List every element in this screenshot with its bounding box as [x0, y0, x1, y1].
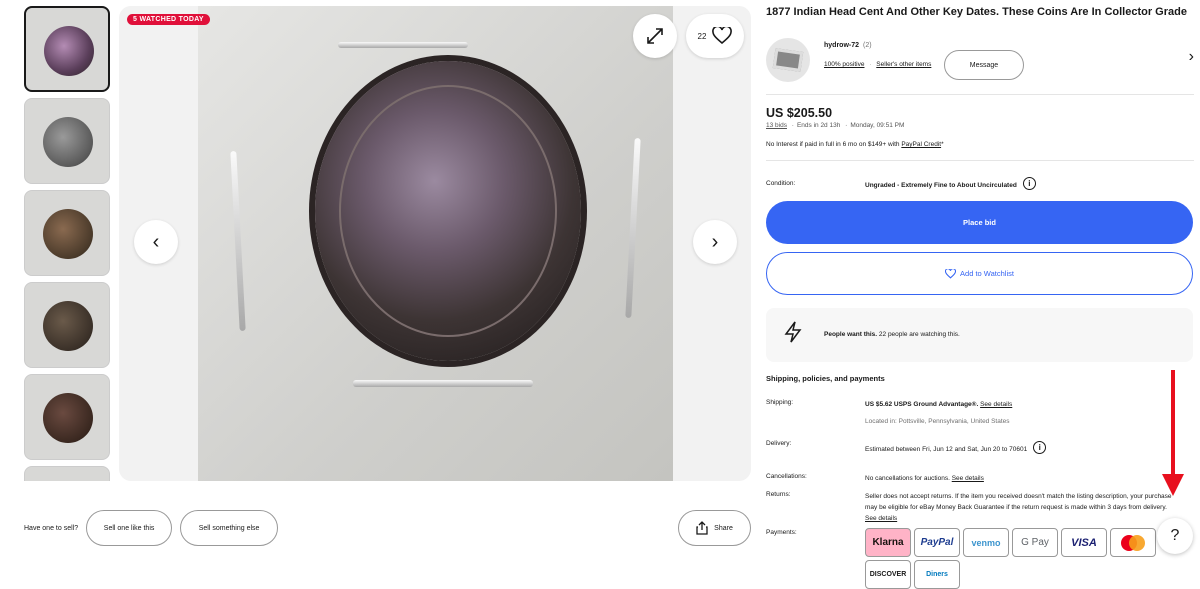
other-items-link[interactable]: Seller's other items [876, 61, 931, 68]
thumbnail[interactable] [24, 466, 110, 481]
shipping-heading: Shipping, policies, and payments [766, 374, 885, 383]
end-time: Monday, 09:51 PM [850, 122, 905, 129]
expand-button[interactable] [633, 14, 677, 58]
credit-text: No Interest if paid in full in 6 mo on $… [766, 141, 900, 148]
condition-value-wrap: Ungraded - Extremely Fine to About Uncir… [865, 176, 1195, 191]
chevron-right-icon[interactable]: › [1189, 48, 1194, 66]
chevron-left-icon: ‹ [152, 230, 160, 253]
share-icon [696, 521, 708, 535]
returns-value: Seller does not accept returns. If the i… [865, 493, 1172, 511]
sell-one-like-this-button[interactable]: Sell one like this [86, 510, 173, 546]
seller-name[interactable]: hydrow-72 [824, 42, 859, 49]
thumbnail[interactable] [24, 374, 110, 460]
listing-panel: 1877 Indian Head Cent And Other Key Date… [766, 0, 1195, 589]
gpay-logo: G Pay [1012, 528, 1058, 557]
returns-see-details[interactable]: See details [865, 515, 897, 522]
watch-heart-button[interactable]: 22 [686, 14, 744, 58]
payments-label: Payments: [766, 529, 797, 536]
credit-suffix: * [941, 141, 944, 148]
staple [338, 42, 468, 48]
cancellations-label: Cancellations: [766, 473, 807, 480]
shipping-label: Shipping: [766, 399, 794, 406]
credit-offer: No Interest if paid in full in 6 mo on $… [766, 141, 944, 148]
thumbnail[interactable] [24, 98, 110, 184]
paypal-credit-link[interactable]: PayPal Credit [901, 141, 941, 148]
watchers-text: 22 people are watching this. [878, 331, 960, 338]
shipping-see-details[interactable]: See details [980, 401, 1012, 408]
feedback-link[interactable]: 100% positive [824, 61, 864, 68]
heart-icon [945, 268, 957, 279]
prev-image-button[interactable]: ‹ [134, 220, 178, 264]
staple [230, 150, 246, 332]
thumbnail[interactable] [24, 282, 110, 368]
chevron-right-icon: › [711, 230, 719, 253]
watch-count: 22 [697, 31, 707, 41]
watchers-text-wrap: People want this. 22 people are watching… [824, 331, 960, 338]
main-image-viewer: 5 WATCHED TODAY ‹ › 22 [119, 6, 751, 481]
seller-card: hydrow-72 (2) 100% positive · Seller's ot… [766, 38, 1194, 84]
lightning-icon [784, 321, 802, 349]
delivery-value: Estimated between Fri, Jun 12 and Sat, J… [865, 446, 1028, 453]
shipping-value: US $5.62 USPS Ground Advantage®. [865, 401, 979, 408]
listing-title: 1877 Indian Head Cent And Other Key Date… [766, 6, 1187, 18]
sell-something-else-button[interactable]: Sell something else [180, 510, 279, 546]
staple [353, 380, 533, 387]
sell-bar: Have one to sell? Sell one like this Sel… [24, 510, 279, 546]
seller-avatar[interactable] [766, 38, 810, 82]
klarna-logo: Klarna [865, 528, 911, 557]
mastercard-logo [1110, 528, 1156, 557]
ends-in: Ends in 2d 13h [796, 122, 841, 129]
delivery-value-wrap: Estimated between Fri, Jun 12 and Sat, J… [865, 440, 1195, 455]
thumbnail-strip [24, 6, 112, 481]
paypal-logo: PayPal [914, 528, 960, 557]
returns-value-wrap: Seller does not accept returns. If the i… [865, 491, 1177, 524]
payment-methods: Klarna PayPal venmo G Pay VISA DISCOVER … [865, 528, 1195, 589]
staple [625, 137, 641, 319]
current-price: US $205.50 [766, 106, 833, 120]
watchlist-label: Add to Watchlist [960, 269, 1014, 278]
share-label: Share [714, 524, 733, 532]
expand-icon [647, 28, 663, 44]
info-icon[interactable]: i [1033, 440, 1047, 454]
watchers-bold: People want this. [824, 331, 878, 338]
seller-name-row: hydrow-72 (2) [824, 42, 872, 49]
coin-photo[interactable] [198, 6, 673, 481]
thumbnail[interactable] [24, 190, 110, 276]
cancellations-value-wrap: No cancellations for auctions. See detai… [865, 473, 1195, 484]
red-arrow-icon [1162, 370, 1184, 496]
shipping-value-wrap: US $5.62 USPS Ground Advantage®. See det… [865, 399, 1195, 410]
coin [315, 61, 581, 361]
diners-logo: Diners [914, 560, 960, 589]
place-bid-button[interactable]: Place bid [766, 201, 1193, 244]
seller-score: (2) [863, 42, 872, 49]
sell-prompt: Have one to sell? [24, 524, 79, 532]
located-in: Located in: Pottsville, Pennsylvania, Un… [865, 418, 1010, 425]
condition-value: Ungraded - Extremely Fine to About Uncir… [865, 182, 1017, 189]
bid-info: 13 bids · Ends in 2d 13h · Monday, 09:51 P… [766, 122, 905, 129]
add-to-watchlist-button[interactable]: Add to Watchlist [766, 252, 1193, 295]
watchers-notice: People want this. 22 people are watching… [766, 308, 1193, 362]
discover-logo: DISCOVER [865, 560, 911, 589]
visa-logo: VISA [1061, 528, 1107, 557]
next-image-button[interactable]: › [693, 220, 737, 264]
info-icon[interactable]: i [1022, 176, 1036, 190]
help-button[interactable]: ? [1157, 518, 1193, 554]
condition-label: Condition: [766, 180, 796, 187]
delivery-label: Delivery: [766, 440, 792, 447]
cancellations-value: No cancellations for auctions. [865, 475, 950, 482]
share-button[interactable]: Share [678, 510, 751, 546]
seller-links: 100% positive · Seller's other items [824, 61, 932, 68]
bids-link[interactable]: 13 bids [766, 122, 787, 129]
thumbnail[interactable] [24, 6, 110, 92]
message-button[interactable]: Message [944, 50, 1024, 80]
divider [766, 160, 1194, 161]
cancellations-see-details[interactable]: See details [952, 475, 984, 482]
venmo-logo: venmo [963, 528, 1009, 557]
returns-label: Returns: [766, 491, 791, 498]
heart-icon [712, 27, 733, 45]
watched-badge: 5 WATCHED TODAY [127, 14, 210, 25]
divider [766, 94, 1194, 95]
